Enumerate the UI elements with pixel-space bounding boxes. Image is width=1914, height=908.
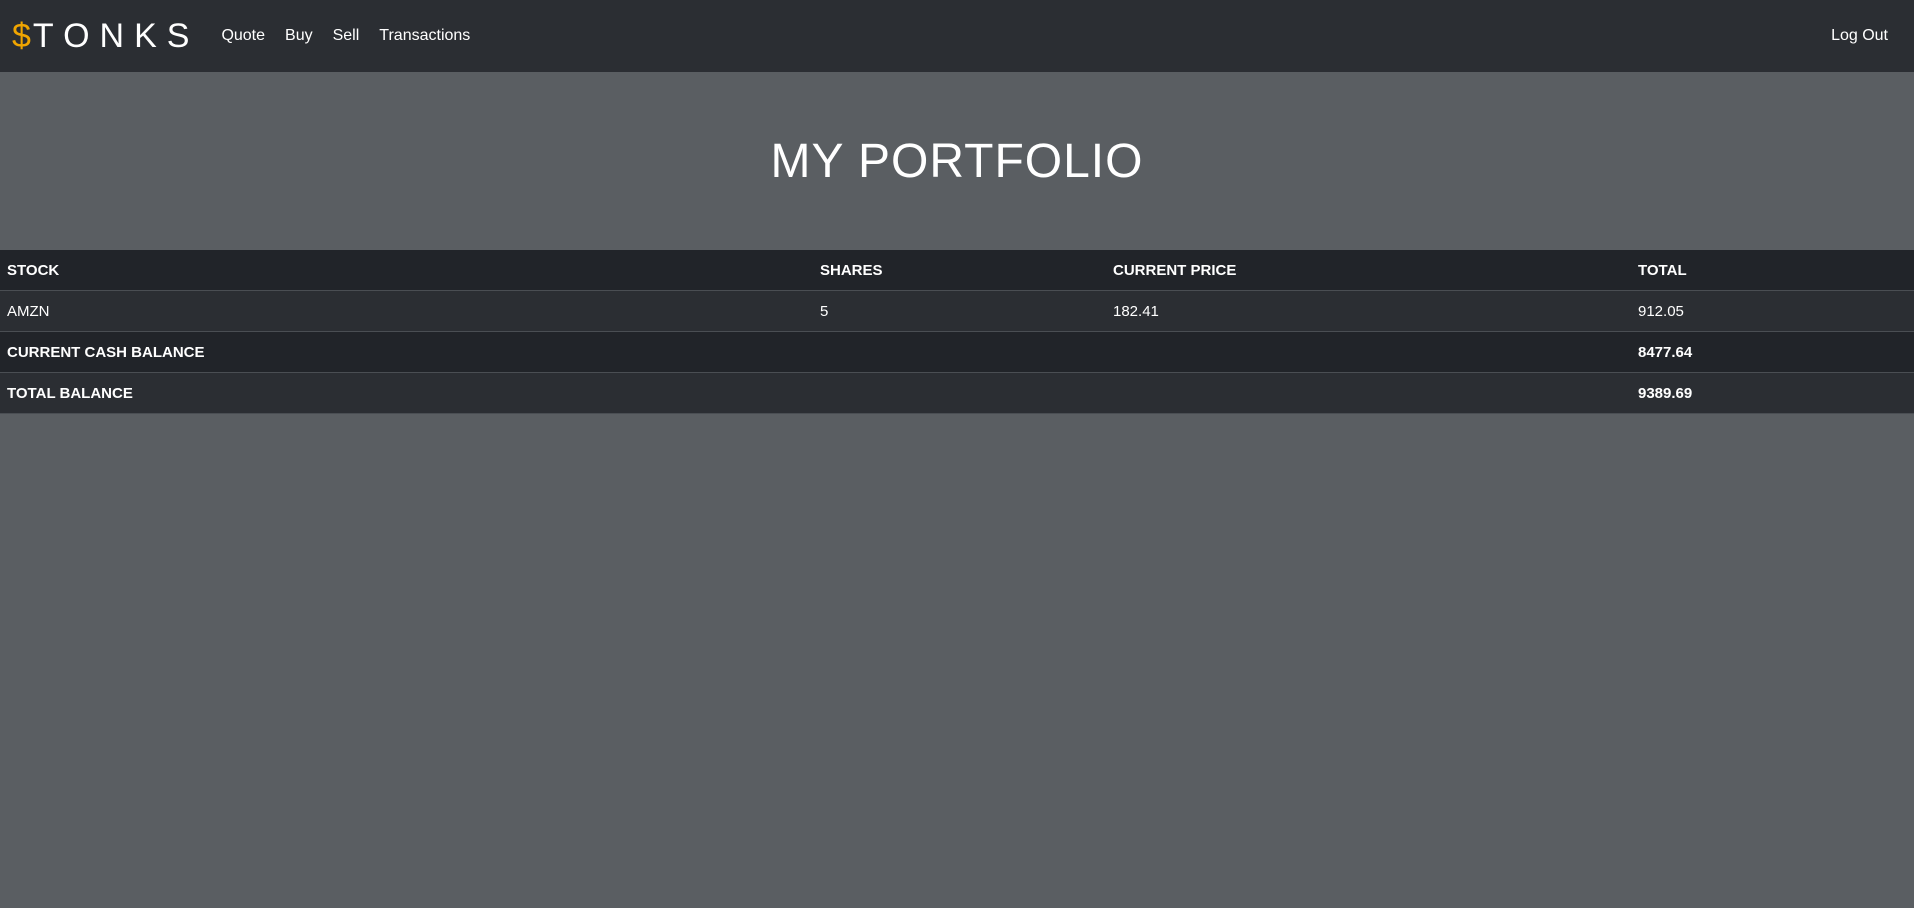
header-total: TOTAL — [1631, 250, 1914, 291]
header-shares: SHARES — [813, 250, 1106, 291]
header-current-price: CURRENT PRICE — [1106, 250, 1631, 291]
nav-link-quote[interactable]: Quote — [211, 0, 275, 72]
table-header-row: STOCK SHARES CURRENT PRICE TOTAL — [0, 250, 1914, 291]
header-stock: STOCK — [0, 250, 813, 291]
brand-dollar-symbol: $ — [12, 17, 33, 55]
portfolio-table: STOCK SHARES CURRENT PRICE TOTAL AMZN 5 … — [0, 250, 1914, 414]
brand-name: TONKS — [32, 17, 200, 55]
nav-link-buy[interactable]: Buy — [275, 0, 323, 72]
logout-link[interactable]: Log Out — [1821, 0, 1898, 72]
total-balance-value: 9389.69 — [1631, 372, 1914, 414]
top-navbar: $ TONKS Quote Buy Sell Transactions Log O… — [0, 0, 1914, 72]
page-title: MY PORTFOLIO — [770, 134, 1144, 188]
nav-links: Quote Buy Sell Transactions — [211, 0, 480, 72]
cell-shares: 5 — [813, 290, 1106, 332]
nav-link-sell[interactable]: Sell — [323, 0, 370, 72]
cash-balance-label: CURRENT CASH BALANCE — [0, 331, 813, 373]
brand-logo[interactable]: $ TONKS — [12, 0, 199, 72]
total-balance-label: TOTAL BALANCE — [0, 372, 813, 414]
cash-balance-row: CURRENT CASH BALANCE 8477.64 — [0, 331, 1914, 373]
empty-cell — [813, 372, 1106, 414]
nav-link-transactions[interactable]: Transactions — [369, 0, 480, 72]
total-balance-row: TOTAL BALANCE 9389.69 — [0, 372, 1914, 414]
empty-cell — [1106, 331, 1631, 373]
title-area: MY PORTFOLIO — [0, 72, 1914, 250]
cash-balance-value: 8477.64 — [1631, 331, 1914, 373]
empty-cell — [1106, 372, 1631, 414]
table-row: AMZN 5 182.41 912.05 — [0, 290, 1914, 332]
empty-cell — [813, 331, 1106, 373]
cell-stock: AMZN — [0, 290, 813, 332]
cell-total: 912.05 — [1631, 290, 1914, 332]
cell-price: 182.41 — [1106, 290, 1631, 332]
